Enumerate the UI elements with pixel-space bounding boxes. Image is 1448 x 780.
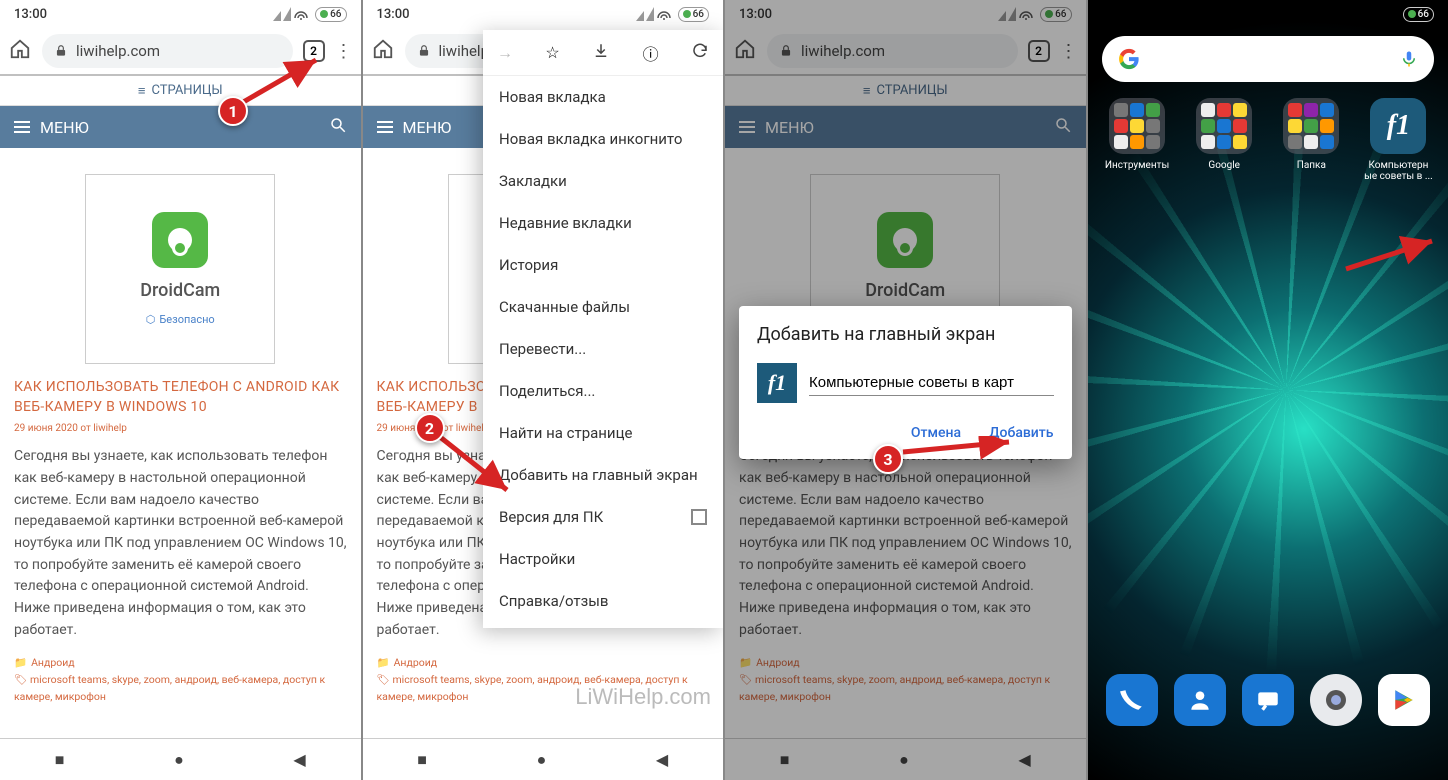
screen-3: 13:00 66 liwihelp.com 2 ⋮ ≡СТРАНИЦЫ МЕНЮ… xyxy=(725,0,1086,780)
lock-icon xyxy=(417,44,431,58)
screen-1: 13:00 66 liwihelp.com 2 ⋮ ≡СТРАНИЦЫ МЕНЮ xyxy=(0,0,361,780)
folder-misc[interactable]: Папка xyxy=(1276,98,1347,182)
menu-history[interactable]: История xyxy=(483,244,723,286)
post-image: DroidCam ⬡Безопасно xyxy=(85,174,275,364)
signal-icon xyxy=(273,7,309,21)
menu-downloads[interactable]: Скачанные файлы xyxy=(483,286,723,328)
screen-4: 13:01 66 Инструменты Google Папка f1 Ком… xyxy=(1088,0,1448,780)
post-title[interactable]: КАК ИСПОЛЬЗОВАТЬ ТЕЛЕФОН С ANDROID КАК В… xyxy=(14,378,347,417)
hamburger-icon xyxy=(14,121,30,133)
liwihelp-icon: f1 xyxy=(1370,98,1426,154)
home-icon[interactable] xyxy=(371,38,395,64)
callout-2: 2 xyxy=(415,413,445,443)
google-search-bar[interactable] xyxy=(1102,36,1435,82)
android-navbar: ■ ● ◀ xyxy=(0,738,361,780)
droidcam-icon xyxy=(152,212,208,268)
menu-settings[interactable]: Настройки xyxy=(483,538,723,580)
site-favicon: f1 xyxy=(757,363,797,403)
nav-recent-icon[interactable]: ■ xyxy=(55,750,65,770)
post-meta: 29 июня 2020 от liwihelp xyxy=(14,423,347,434)
phone-app-icon[interactable] xyxy=(1106,674,1158,726)
star-icon[interactable]: ☆ xyxy=(545,43,559,62)
post-body: Сегодня вы узнаете, как использовать тел… xyxy=(14,446,347,641)
contacts-app-icon[interactable] xyxy=(1174,674,1226,726)
messages-app-icon[interactable] xyxy=(1242,674,1294,726)
menu-recent-tabs[interactable]: Недавние вкладки xyxy=(483,202,723,244)
url-text: liwihelp.com xyxy=(76,42,160,60)
forward-icon[interactable]: → xyxy=(497,43,513,63)
folder-google[interactable]: Google xyxy=(1189,98,1260,182)
menu-new-tab[interactable]: Новая вкладка xyxy=(483,76,723,118)
screen-2: 13:00 66 liwihelp.com ≡СТРАНИЦЫ МЕНЮ Dro… xyxy=(363,0,724,780)
folder-tools[interactable]: Инструменты xyxy=(1102,98,1173,182)
status-time: 13:00 xyxy=(14,7,47,22)
menu-add-to-home[interactable]: Добавить на главный экран xyxy=(483,454,723,496)
menu-find[interactable]: Найти на странице xyxy=(483,412,723,454)
lock-icon xyxy=(54,44,68,58)
shortcut-liwihelp[interactable]: f1 Компьютерн ые советы в ... xyxy=(1363,98,1434,182)
watermark: LiWiHelp.com xyxy=(575,684,711,710)
menu-help[interactable]: Справка/отзыв xyxy=(483,580,723,622)
playstore-app-icon[interactable] xyxy=(1378,674,1430,726)
camera-app-icon[interactable] xyxy=(1310,674,1362,726)
nav-home-icon[interactable]: ● xyxy=(174,750,184,770)
dock xyxy=(1088,674,1448,738)
callout-1: 1 xyxy=(218,96,248,126)
google-icon xyxy=(1118,48,1140,70)
home-icon[interactable] xyxy=(8,38,32,64)
shortcut-name-input[interactable] xyxy=(809,370,1054,396)
download-icon[interactable] xyxy=(592,42,610,64)
menu-share[interactable]: Поделиться... xyxy=(483,370,723,412)
post-tags[interactable]: 📁Андроид🏷 microsoft teams, skype, zoom, … xyxy=(14,655,347,705)
menu-translate[interactable]: Перевести... xyxy=(483,328,723,370)
battery-icon: 66 xyxy=(315,7,346,22)
reload-icon[interactable] xyxy=(691,42,709,64)
info-icon[interactable]: ⓘ xyxy=(643,41,659,65)
menu-dots-icon[interactable]: ⋮ xyxy=(335,41,353,62)
menu-desktop-site[interactable]: Версия для ПК xyxy=(483,496,723,538)
nav-back-icon[interactable]: ◀ xyxy=(293,750,305,769)
callout-3: 3 xyxy=(873,444,903,474)
mic-icon[interactable] xyxy=(1400,50,1418,68)
dialog-title: Добавить на главный экран xyxy=(757,324,1054,345)
menu-bookmarks[interactable]: Закладки xyxy=(483,160,723,202)
statusbar: 13:00 66 xyxy=(0,0,361,28)
checkbox-icon[interactable] xyxy=(691,509,707,525)
chrome-menu-dropdown: → ☆ ⓘ Новая вкладка Новая вкладка инкогн… xyxy=(483,30,723,628)
menu-incognito[interactable]: Новая вкладка инкогнито xyxy=(483,118,723,160)
